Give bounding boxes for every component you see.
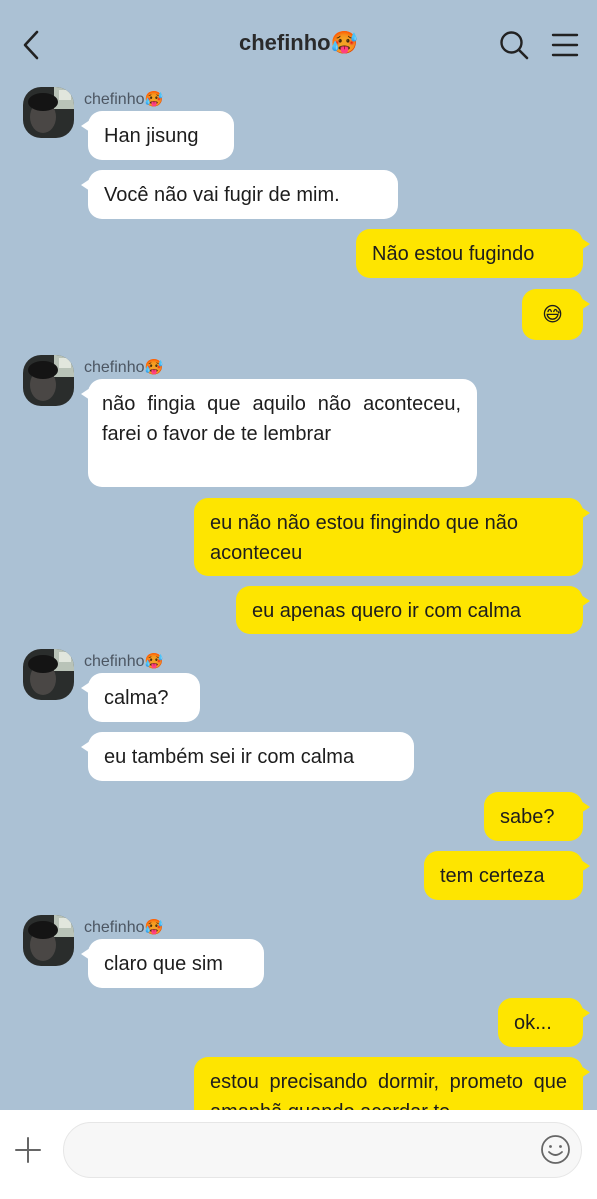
avatar[interactable] <box>23 915 74 966</box>
hot-face-emoji: 🥵 <box>144 652 164 670</box>
message-text: eu também sei ir com calma <box>104 746 355 768</box>
outgoing-message-bubble[interactable]: sabe? <box>484 792 590 841</box>
avatar[interactable] <box>23 355 74 406</box>
outgoing-message-bubble[interactable]: Não estou fugindo <box>356 229 590 278</box>
incoming-message-bubble[interactable]: calma? <box>81 673 200 722</box>
outgoing-message-bubble[interactable]: eu apenas quero ir com calma <box>236 586 590 634</box>
sweat-smile-emoji: 😅 <box>542 302 563 326</box>
sender-name-text: chefinho <box>84 91 145 108</box>
add-button[interactable] <box>14 1136 42 1164</box>
incoming-message-bubble[interactable]: não fingia que aquilo não aconteceu, far… <box>81 379 477 487</box>
avatar[interactable] <box>23 649 74 700</box>
hot-face-emoji: 🥵 <box>144 358 164 376</box>
avatar[interactable] <box>23 87 74 138</box>
sender-name-text: chefinho <box>84 653 145 670</box>
message-text: Você não vai fugir de mim. <box>104 184 340 206</box>
incoming-message-bubble[interactable]: Você não vai fugir de mim. <box>81 170 398 219</box>
menu-button[interactable] <box>550 32 580 58</box>
outgoing-message-bubble[interactable]: eu não não estou fingindo que não aconte… <box>194 498 590 576</box>
message-text: Não estou fugindo <box>372 243 535 265</box>
search-icon <box>500 31 529 60</box>
outgoing-message-bubble[interactable]: tem certeza <box>424 851 590 900</box>
outgoing-message-bubble[interactable]: ok... <box>498 998 590 1047</box>
message-text: claro que sim <box>104 953 223 975</box>
incoming-message-bubble[interactable]: claro que sim <box>81 939 264 988</box>
hot-face-emoji: 🥵 <box>330 31 359 56</box>
message-text: não fingia que aquilo não aconteceu, far… <box>102 393 461 445</box>
search-button[interactable] <box>498 29 530 61</box>
outgoing-message-bubble[interactable]: estou precisando dormir, prometo que ama… <box>194 1057 590 1110</box>
incoming-message-bubble[interactable]: Han jisung <box>81 111 234 160</box>
message-text: calma? <box>104 687 169 709</box>
emoji-button[interactable] <box>540 1134 571 1165</box>
chat-header: chefinho🥵 <box>0 0 597 90</box>
message-text: eu apenas quero ir com calma <box>252 600 522 622</box>
hot-face-emoji: 🥵 <box>144 918 164 936</box>
hamburger-menu-icon <box>551 33 579 57</box>
sender-name: chefinho🥵 <box>84 90 163 109</box>
message-text: sabe? <box>500 806 555 828</box>
message-input-bar <box>0 1110 597 1199</box>
chat-area[interactable]: chefinho🥵 chefinho🥵 Han jisung Você não … <box>0 0 597 1110</box>
message-text: Han jisung <box>104 125 199 147</box>
sender-name: chefinho🥵 <box>84 918 163 937</box>
message-input[interactable] <box>63 1122 582 1178</box>
incoming-message-bubble[interactable]: eu também sei ir com calma <box>81 732 414 781</box>
message-text: tem certeza <box>440 865 545 887</box>
hot-face-emoji: 🥵 <box>144 90 164 108</box>
plus-icon <box>15 1137 41 1163</box>
sender-name-text: chefinho <box>84 359 145 376</box>
sender-name-text: chefinho <box>84 919 145 936</box>
message-text: estou precisando dormir, prometo que ama… <box>210 1071 567 1110</box>
smiley-icon <box>541 1135 570 1164</box>
sender-name: chefinho🥵 <box>84 358 163 377</box>
message-text: ok... <box>514 1012 552 1034</box>
chat-title-text: chefinho <box>238 30 331 55</box>
message-text: eu não não estou fingindo que não aconte… <box>210 512 519 564</box>
outgoing-message-bubble[interactable]: 😅 <box>522 289 590 340</box>
sender-name: chefinho🥵 <box>84 652 163 671</box>
